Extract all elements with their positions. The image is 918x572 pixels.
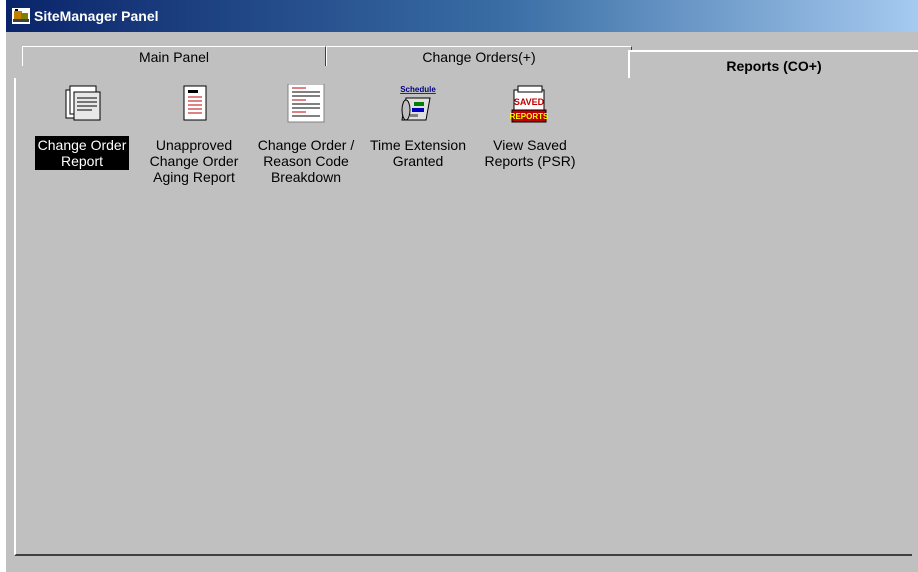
- svg-text:SAVED: SAVED: [514, 97, 545, 107]
- document-stack-icon: [65, 85, 101, 121]
- tab-main-panel[interactable]: Main Panel: [22, 46, 326, 66]
- item-label: Time Extension Granted: [370, 137, 466, 169]
- tab-strip: Main Panel Change Orders(+) Reports (CO+…: [6, 32, 918, 80]
- time-extension-granted-item[interactable]: Schedule Time Extension Granted: [362, 84, 474, 170]
- change-order-report-item[interactable]: Change Order Report: [26, 84, 138, 170]
- svg-text:Schedule: Schedule: [400, 85, 436, 94]
- item-label: Change Order Report: [34, 136, 130, 170]
- title-bar[interactable]: SiteManager Panel: [6, 0, 918, 32]
- sitemanager-window: SiteManager Panel Main Panel Change Orde…: [6, 0, 918, 572]
- report-list-icon: [183, 85, 207, 121]
- svg-text:REPORTS: REPORTS: [510, 112, 549, 121]
- change-order-reason-code-breakdown-item[interactable]: Change Order / Reason Code Breakdown: [250, 84, 362, 186]
- sitemanager-app-icon: [12, 8, 30, 24]
- item-label: Change Order / Reason Code Breakdown: [257, 137, 355, 185]
- tab-change-orders[interactable]: Change Orders(+): [326, 46, 632, 66]
- tab-reports[interactable]: Reports (CO+): [628, 50, 918, 80]
- item-label: Unapproved Change Order Aging Report: [149, 137, 239, 185]
- breakdown-sheet-icon: [287, 84, 325, 123]
- unapproved-change-order-aging-report-item[interactable]: Unapproved Change Order Aging Report: [138, 84, 250, 186]
- saved-reports-icon: SAVED REPORTS: [510, 85, 549, 123]
- item-label: View Saved Reports (PSR): [484, 137, 576, 169]
- schedule-scroll-icon: Schedule: [400, 85, 436, 121]
- window-title: SiteManager Panel: [34, 8, 159, 24]
- reports-panel: Change Order Report Unapproved Change Or…: [14, 78, 912, 556]
- view-saved-reports-item[interactable]: SAVED REPORTS View Saved Reports (PSR): [474, 84, 586, 170]
